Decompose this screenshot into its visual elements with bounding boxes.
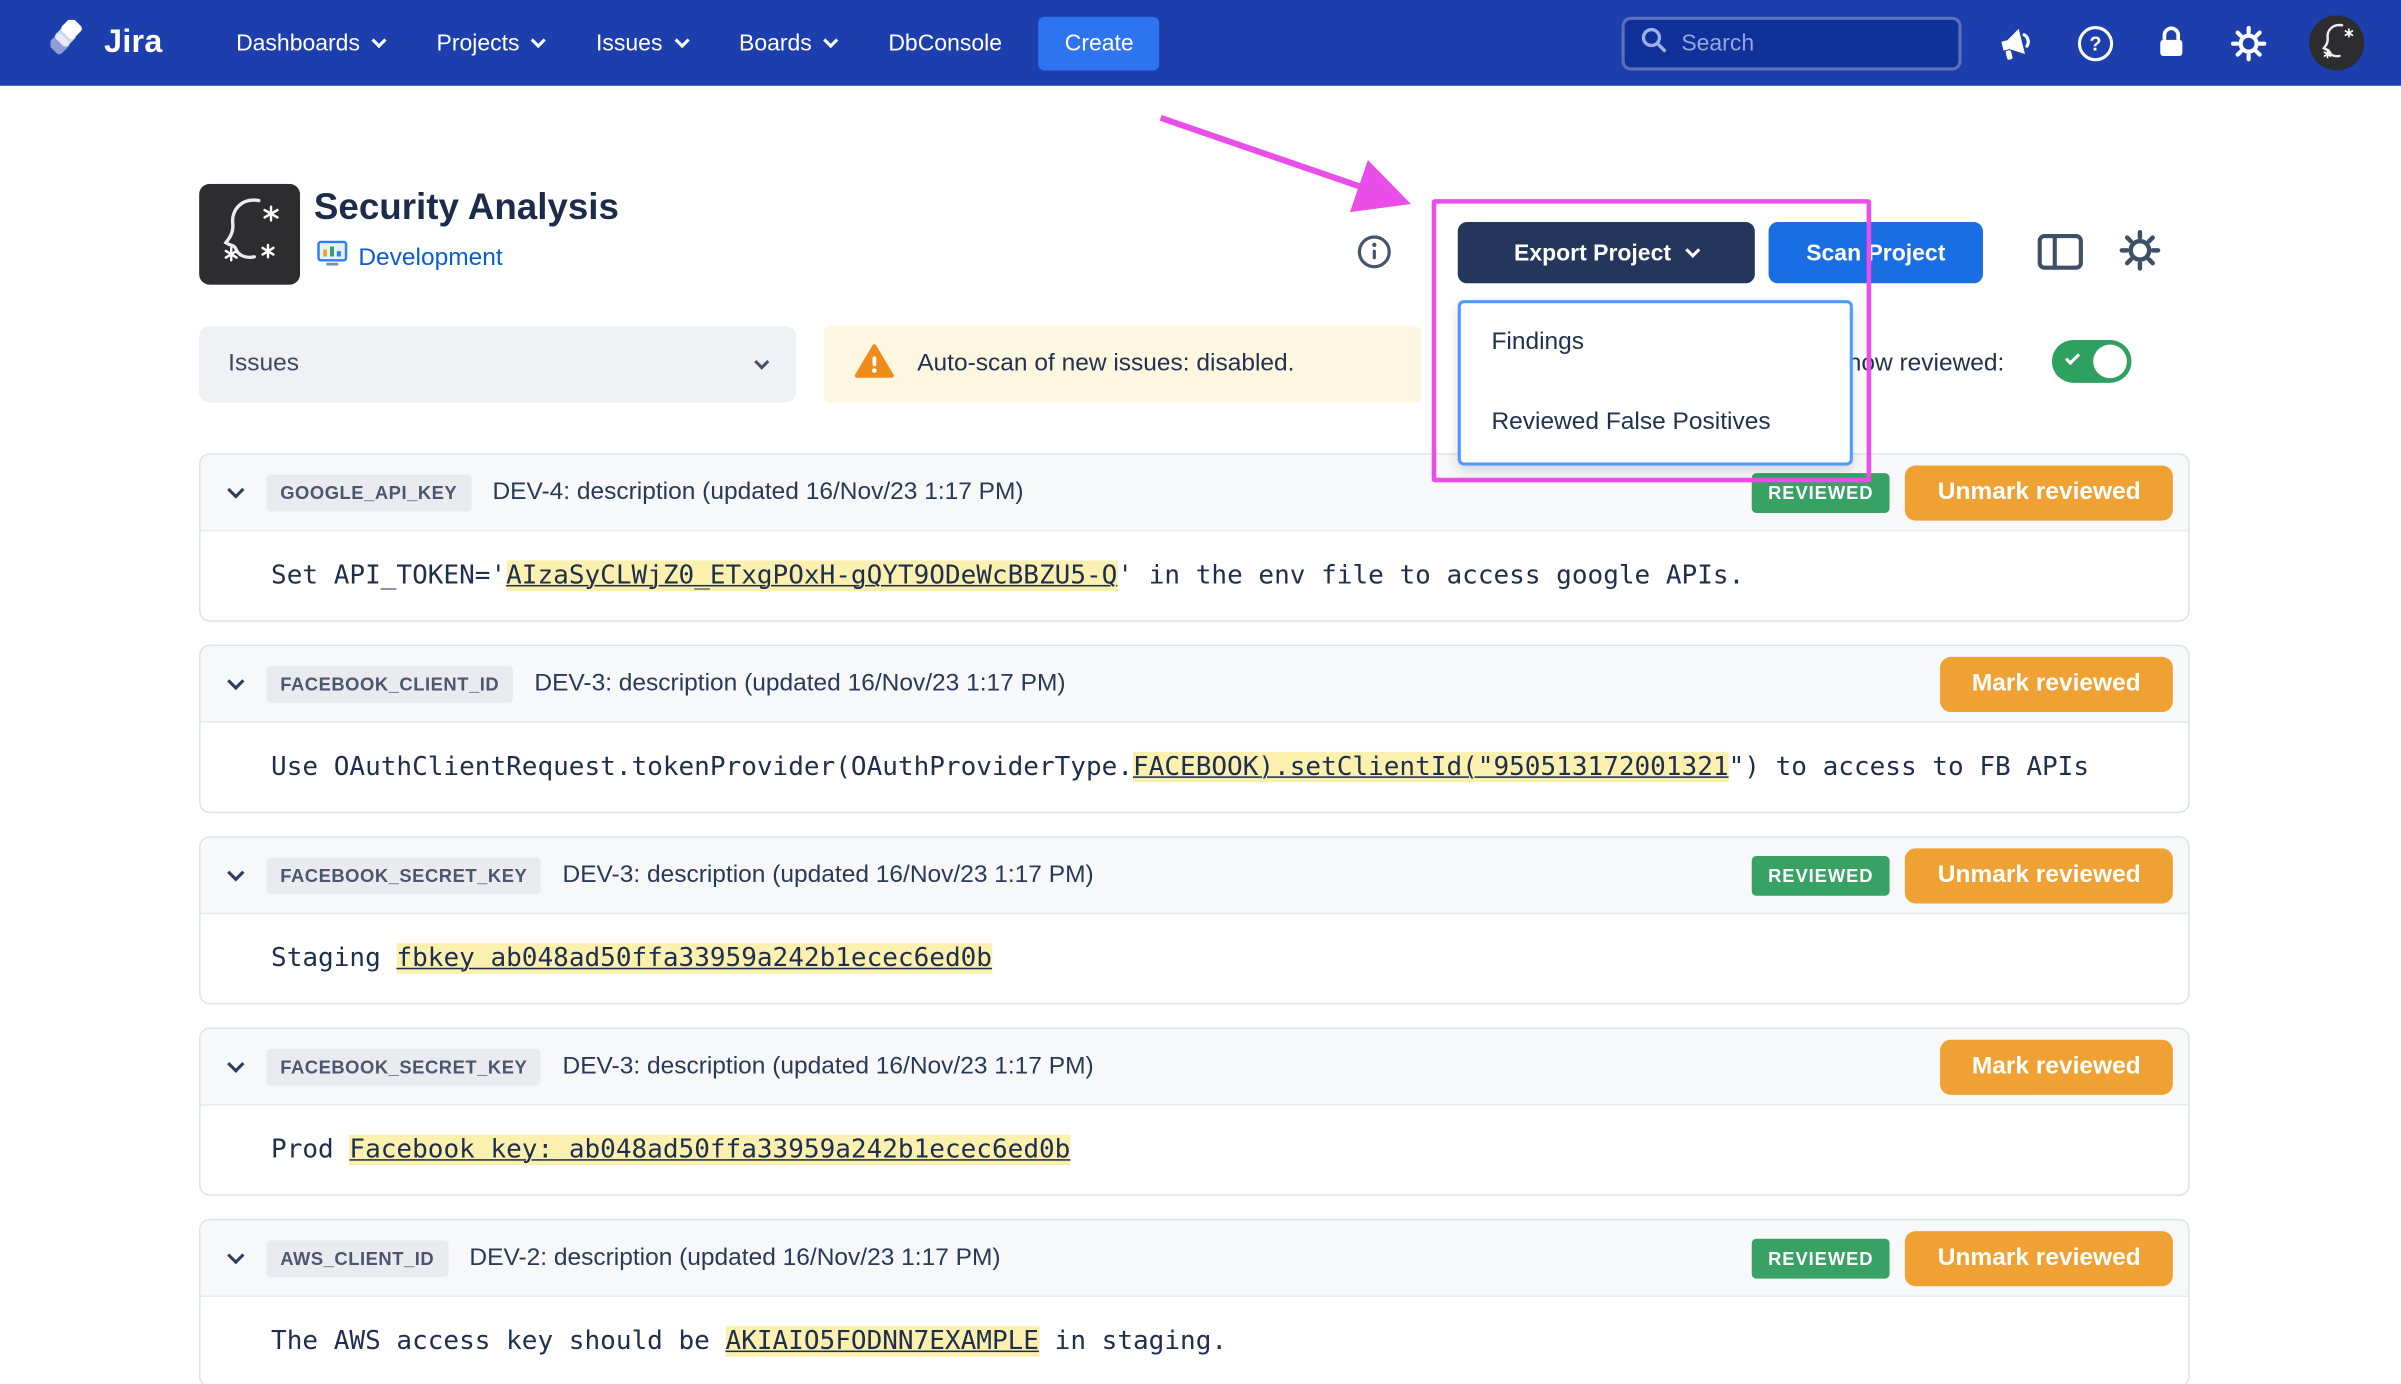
issue-card: AWS_CLIENT_ID DEV-2: description (update… — [199, 1219, 2190, 1384]
expand-chevron-icon[interactable] — [230, 1063, 242, 1069]
export-menu-item-reviewed-false-positives[interactable]: Reviewed False Positives — [1461, 383, 1850, 463]
settings-icon[interactable] — [2118, 228, 2162, 280]
megaphone-icon[interactable] — [1995, 25, 2036, 62]
chevron-down-icon — [1686, 242, 1701, 257]
issue-card: FACEBOOK_CLIENT_ID DEV-3: description (u… — [199, 645, 2190, 813]
search-icon — [1640, 25, 1668, 60]
nav-item-projects[interactable]: Projects — [437, 30, 544, 56]
warning-icon — [854, 342, 894, 386]
reviewed-badge: REVIEWED — [1751, 1238, 1890, 1278]
chevron-down-icon — [372, 32, 387, 47]
secret-snippet: Staging fbkey ab048ad50ffa33959a242b1ece… — [271, 943, 992, 974]
highlighted-secret: AIzaSyCLWjZ0_ETxgPOxH-gQYT9ODeWcBBZU5-Q — [506, 560, 1117, 591]
export-project-button[interactable]: Export Project — [1458, 222, 1755, 283]
search-input[interactable] — [1681, 30, 1943, 56]
global-search[interactable] — [1622, 16, 1962, 70]
issue-list: GOOGLE_API_KEY DEV-4: description (updat… — [199, 453, 2190, 1384]
issue-title: DEV-2: description (updated 16/Nov/23 1:… — [469, 1244, 1000, 1272]
expand-chevron-icon[interactable] — [230, 489, 242, 495]
lock-icon[interactable] — [2154, 25, 2188, 62]
jira-logo[interactable]: Jira — [51, 19, 163, 66]
jira-security-analysis-page: Jira Dashboards Projects Issues Boards D… — [0, 0, 2401, 1384]
expand-chevron-icon[interactable] — [230, 1255, 242, 1261]
jira-logo-icon — [51, 19, 91, 66]
scan-project-button[interactable]: Scan Project — [1769, 222, 1983, 283]
autoscan-warning-banner: Auto-scan of new issues: disabled. — [824, 326, 1421, 403]
secret-type-badge: FACEBOOK_SECRET_KEY — [266, 1048, 541, 1085]
nav-menu: Dashboards Projects Issues Boards DbCons… — [236, 30, 1002, 56]
show-reviewed-toggle[interactable] — [2052, 340, 2132, 383]
export-menu-item-findings[interactable]: Findings — [1461, 303, 1850, 383]
top-nav-bar: Jira Dashboards Projects Issues Boards D… — [0, 0, 2401, 86]
secret-type-badge: FACEBOOK_SECRET_KEY — [266, 857, 541, 894]
highlighted-secret: Facebook key: ab048ad50ffa33959a242b1ece… — [349, 1135, 1070, 1166]
issue-card: FACEBOOK_SECRET_KEY DEV-3: description (… — [199, 1027, 2190, 1195]
nav-item-boards[interactable]: Boards — [739, 30, 836, 56]
mark-reviewed-button[interactable]: Mark reviewed — [1940, 1039, 2173, 1094]
issue-card: FACEBOOK_SECRET_KEY DEV-3: description (… — [199, 836, 2190, 1004]
project-avatar — [199, 184, 300, 285]
nav-item-issues[interactable]: Issues — [596, 30, 687, 56]
show-reviewed-label: Show reviewed: — [1831, 351, 2004, 379]
mark-reviewed-button[interactable]: Mark reviewed — [1940, 656, 2173, 711]
project-breadcrumb: Development — [317, 240, 503, 275]
gear-icon[interactable] — [2230, 24, 2268, 62]
secret-snippet: Prod Facebook key: ab048ad50ffa33959a242… — [271, 1135, 1070, 1166]
export-project-menu: Findings Reviewed False Positives — [1458, 300, 1853, 465]
nav-icon-cluster: ? — [1995, 15, 2364, 70]
chevron-down-icon — [674, 32, 689, 47]
secret-type-badge: FACEBOOK_CLIENT_ID — [266, 665, 513, 702]
user-avatar[interactable] — [2309, 15, 2364, 70]
highlighted-secret: FACEBOOK).setClientId("950513172001321 — [1133, 752, 1729, 783]
secret-snippet: Set API_TOKEN='AIzaSyCLWjZ0_ETxgPOxH-gQY… — [271, 560, 1744, 591]
unmark-reviewed-button[interactable]: Unmark reviewed — [1906, 465, 2173, 520]
highlighted-secret: fbkey ab048ad50ffa33959a242b1ecec6ed0b — [396, 943, 992, 974]
unmark-reviewed-button[interactable]: Unmark reviewed — [1906, 1230, 2173, 1285]
secret-type-badge: AWS_CLIENT_ID — [266, 1240, 448, 1277]
nav-item-dashboards[interactable]: Dashboards — [236, 30, 384, 56]
main-content: Security Analysis Development Export Pro… — [0, 86, 2401, 1384]
secret-type-badge: GOOGLE_API_KEY — [266, 474, 471, 511]
create-button[interactable]: Create — [1039, 16, 1160, 70]
issue-card: GOOGLE_API_KEY DEV-4: description (updat… — [199, 453, 2190, 621]
check-icon — [2065, 350, 2080, 365]
highlighted-secret: AKIAIO5FODNN7EXAMPLE — [726, 1326, 1039, 1357]
help-icon[interactable]: ? — [2078, 25, 2113, 60]
project-category-icon — [317, 240, 348, 275]
expand-chevron-icon[interactable] — [230, 872, 242, 878]
reviewed-badge: REVIEWED — [1751, 855, 1890, 895]
chevron-down-icon — [531, 32, 546, 47]
expand-chevron-icon[interactable] — [230, 681, 242, 687]
project-link[interactable]: Development — [358, 244, 502, 272]
chevron-down-icon — [823, 32, 838, 47]
issue-title: DEV-3: description (updated 16/Nov/23 1:… — [563, 861, 1094, 889]
issues-filter-dropdown[interactable]: Issues — [199, 326, 796, 403]
jira-logo-text: Jira — [104, 25, 162, 62]
warning-text: Auto-scan of new issues: disabled. — [917, 351, 1294, 379]
secret-snippet: The AWS access key should be AKIAIO5FODN… — [271, 1326, 1227, 1357]
unmark-reviewed-button[interactable]: Unmark reviewed — [1906, 848, 2173, 903]
reviewed-badge: REVIEWED — [1751, 472, 1890, 512]
nav-item-dbconsole[interactable]: DbConsole — [888, 30, 1002, 56]
issue-title: DEV-4: description (updated 16/Nov/23 1:… — [492, 479, 1023, 507]
layout-icon[interactable] — [2037, 231, 2084, 280]
info-icon[interactable] — [1357, 234, 1392, 277]
chevron-down-icon — [754, 354, 769, 369]
page-title: Security Analysis — [314, 187, 619, 230]
issue-title: DEV-3: description (updated 16/Nov/23 1:… — [563, 1053, 1094, 1081]
issue-title: DEV-3: description (updated 16/Nov/23 1:… — [534, 670, 1065, 698]
secret-snippet: Use OAuthClientRequest.tokenProvider(OAu… — [271, 752, 2089, 783]
